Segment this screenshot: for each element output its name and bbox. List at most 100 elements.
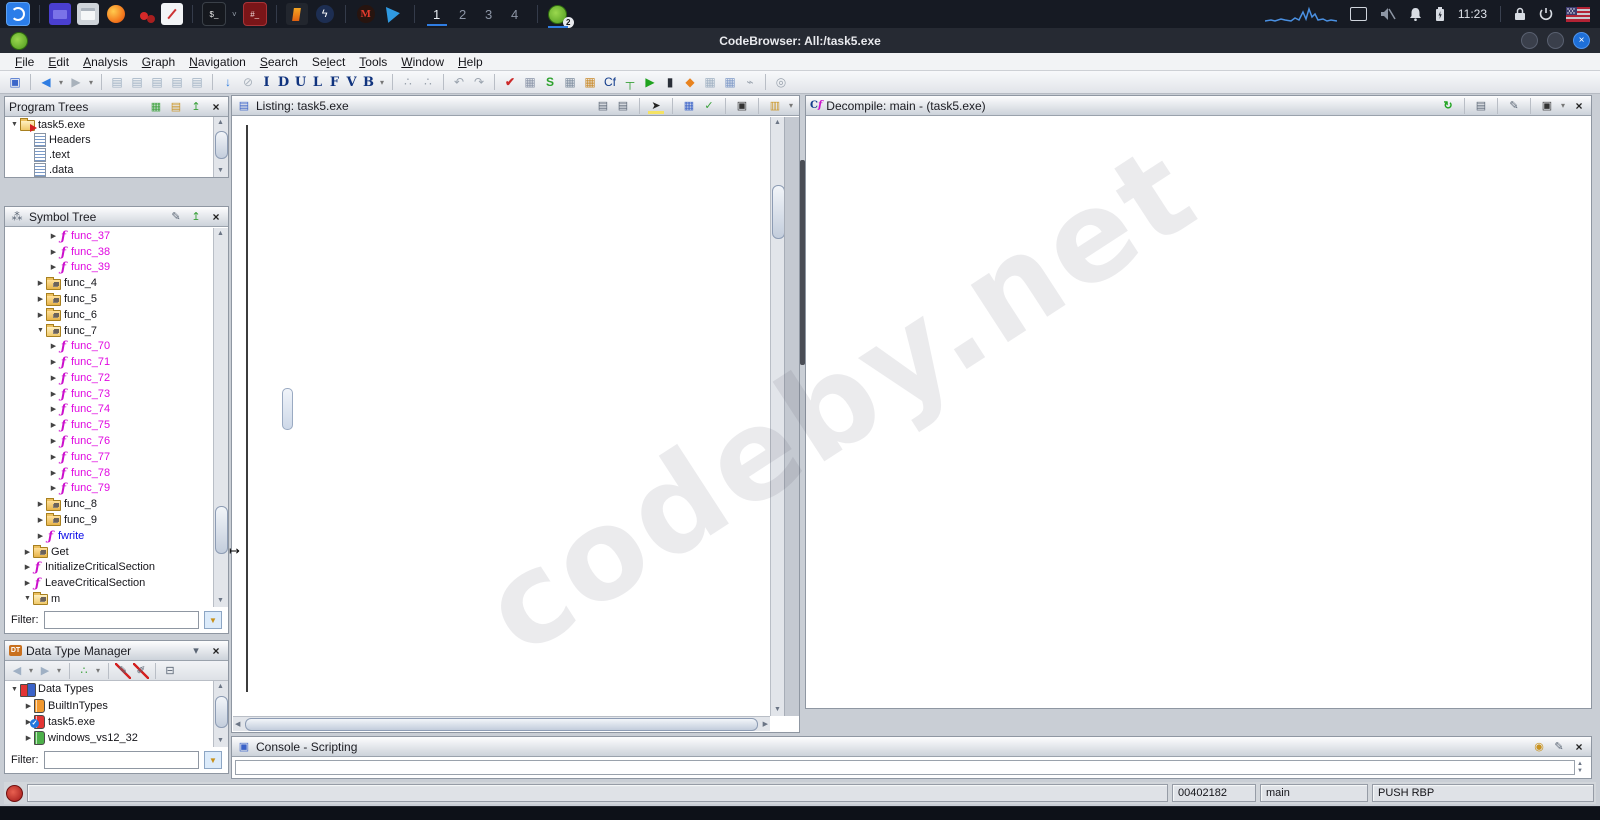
dtm-scrollbar[interactable]: ▲ ▼ — [213, 681, 228, 747]
dtm-filter-input[interactable] — [43, 751, 199, 769]
menu-tools[interactable]: Tools — [352, 55, 394, 69]
decompile-edit-icon[interactable]: ✎ — [1506, 98, 1522, 114]
dtm-filter-options-icon[interactable]: ▼ — [204, 751, 222, 769]
listing-vscrollbar[interactable]: ▲ ▼ — [770, 117, 785, 716]
network-graph-icon[interactable] — [1264, 6, 1337, 22]
close-button[interactable]: × — [1573, 32, 1590, 49]
toolbar-letter-i[interactable]: I — [259, 75, 274, 90]
history-icon[interactable]: ▤ — [188, 73, 206, 91]
listing-paste-icon[interactable]: ▤ — [615, 98, 631, 114]
minimize-button[interactable] — [1521, 32, 1538, 49]
program-tree-item[interactable]: ▼ task5.exe — [5, 117, 214, 132]
dtm-item[interactable]: ▶ windows_vs12_32 — [5, 730, 214, 746]
console-lock-icon[interactable]: ◉ — [1531, 739, 1547, 755]
decompile-dd-icon[interactable]: ▾ — [1559, 101, 1567, 110]
archive-icon[interactable]: ▦ — [581, 73, 599, 91]
symbol-tree-item[interactable]: ▶ ƒ func_39 — [5, 260, 214, 276]
go-down-icon[interactable]: ↓ — [219, 73, 237, 91]
dtm-collapse-all-icon[interactable]: ⊟ — [162, 663, 178, 679]
symbol-tree-item[interactable]: ▶ func_4 — [5, 275, 214, 291]
toolbar-letter-v[interactable]: V — [344, 75, 359, 90]
maximize-button[interactable] — [1547, 32, 1564, 49]
listing-hscrollbar[interactable]: ◀ ▶ — [233, 716, 770, 731]
console-edit-icon[interactable]: ✎ — [1551, 739, 1567, 755]
symbol-tree-item[interactable]: ▶ ƒ func_76 — [5, 433, 214, 449]
listing-copy-icon[interactable]: ▤ — [595, 98, 611, 114]
snapshot-icon[interactable]: ▣ — [734, 98, 750, 114]
cursor-style-icon[interactable]: ➤ — [648, 97, 664, 114]
symbol-tree-close-icon[interactable]: × — [208, 209, 224, 225]
power-icon[interactable] — [1539, 7, 1553, 21]
symbol-tree-item[interactable]: ▶ func_9 — [5, 512, 214, 528]
run-script-icon[interactable]: ▶ — [641, 73, 659, 91]
menu-help[interactable]: Help — [451, 55, 490, 69]
forward-dd-icon[interactable]: ▾ — [87, 78, 95, 87]
footprint-in-icon[interactable]: ∴ — [399, 73, 417, 91]
symbol-tree-item[interactable]: ▶ ƒ func_72 — [5, 370, 214, 386]
audio-muted-icon[interactable] — [1380, 7, 1396, 21]
menu-analysis[interactable]: Analysis — [76, 55, 135, 69]
decompile-copy-icon[interactable]: ▤ — [1473, 98, 1489, 114]
symbol-tree-item[interactable]: ▶ ƒ func_74 — [5, 402, 214, 418]
dtm-filter-arrays-icon[interactable]: ✎ — [115, 662, 131, 679]
footprint-out-icon[interactable]: ∴ — [419, 73, 437, 91]
symbol-tree-item[interactable]: ▶ ƒ LeaveCriticalSection — [5, 575, 214, 591]
clock[interactable]: 11:23 — [1458, 7, 1487, 21]
copy-bytes-icon[interactable]: ▤ — [108, 73, 126, 91]
workspace-1[interactable]: 1 — [424, 2, 450, 26]
toolbar-letter-l[interactable]: L — [310, 75, 325, 90]
refresh-icon[interactable]: ↻ — [1440, 98, 1456, 114]
toolbar-letter-b[interactable]: B — [361, 75, 376, 90]
window-titlebar[interactable]: CodeBrowser: All:/task5.exe × — [0, 28, 1600, 53]
exploitdb-icon[interactable] — [285, 3, 308, 25]
splitter-drag-line[interactable] — [246, 125, 248, 692]
console-close-icon[interactable]: × — [1571, 739, 1587, 755]
firefox-icon[interactable] — [105, 3, 127, 25]
dtm-close-icon[interactable]: × — [208, 643, 224, 659]
clear-code-icon[interactable]: ⊘ — [239, 73, 257, 91]
symbol-tree-item[interactable]: ▶ ƒ func_70 — [5, 338, 214, 354]
data-type-table-icon[interactable]: ▦ — [561, 73, 579, 91]
console-scrollbar[interactable]: ▲ ▼ — [1577, 761, 1587, 774]
back-icon[interactable]: ◀ — [37, 73, 55, 91]
overview-marker-bar[interactable] — [784, 117, 799, 716]
workspace-2[interactable]: 2 — [450, 2, 476, 26]
call-tree-icon[interactable]: ┬ — [621, 73, 639, 91]
paste-bytes-icon[interactable]: ▤ — [128, 73, 146, 91]
symbol-tree-item[interactable]: ▶ ƒ func_75 — [5, 417, 214, 433]
script-manager-icon[interactable]: S — [541, 73, 559, 91]
battery-icon[interactable] — [1435, 6, 1445, 22]
export-symbols-icon[interactable]: ↥ — [188, 209, 204, 225]
menu-file[interactable]: File — [8, 55, 41, 69]
dtm-hierarchy-icon[interactable]: ∴ — [76, 663, 92, 679]
field-editor-icon[interactable]: ▦ — [681, 98, 697, 114]
symbol-tree-item[interactable]: ▶ func_5 — [5, 291, 214, 307]
listing-dd-icon[interactable]: ▾ — [787, 101, 795, 110]
edit-symbol-icon[interactable]: ✎ — [168, 209, 184, 225]
symbol-filter-options-icon[interactable]: ▼ — [204, 611, 222, 629]
symbol-tree-item[interactable]: ▼ func_7 — [5, 323, 214, 339]
metasploit-icon[interactable]: M — [355, 3, 377, 25]
vscode-icon[interactable] — [383, 3, 405, 25]
symbol-tree-item[interactable]: ▼ m — [5, 591, 214, 607]
dtm-item[interactable]: ▶ BuiltInTypes — [5, 697, 214, 713]
save-icon[interactable]: ▣ — [6, 73, 24, 91]
memory-view-icon[interactable]: ▦ — [701, 73, 719, 91]
dtm-item[interactable]: ▶task5.exe — [5, 714, 214, 730]
menu-edit[interactable]: Edit — [41, 55, 76, 69]
decompile-close-icon[interactable]: × — [1571, 98, 1587, 114]
diff-view-icon[interactable]: ✓ — [701, 98, 717, 114]
menu-navigation[interactable]: Navigation — [182, 55, 253, 69]
sweep-icon[interactable]: ⌁ — [741, 73, 759, 91]
insert-bytes-icon[interactable]: ▤ — [168, 73, 186, 91]
toolbar-letter-f[interactable]: F — [327, 75, 342, 90]
file-manager-icon[interactable] — [77, 3, 99, 25]
lock-icon[interactable] — [1514, 7, 1526, 21]
listing-view[interactable] — [233, 117, 770, 716]
symbol-tree-item[interactable]: ▶ ƒ func_38 — [5, 244, 214, 260]
clipboard-icon[interactable] — [1349, 7, 1367, 21]
console-header[interactable]: ▣ Console - Scripting ◉ ✎ × — [232, 737, 1591, 757]
symbol-tree-item[interactable]: ▶ Get — [5, 544, 214, 560]
listing-header[interactable]: ▤ Listing: task5.exe ▤ ▤ ➤ ▦ ✓ ▣ ▥ ▾ — [232, 96, 799, 116]
ghidra-taskbar-icon[interactable]: 2 — [547, 3, 574, 28]
